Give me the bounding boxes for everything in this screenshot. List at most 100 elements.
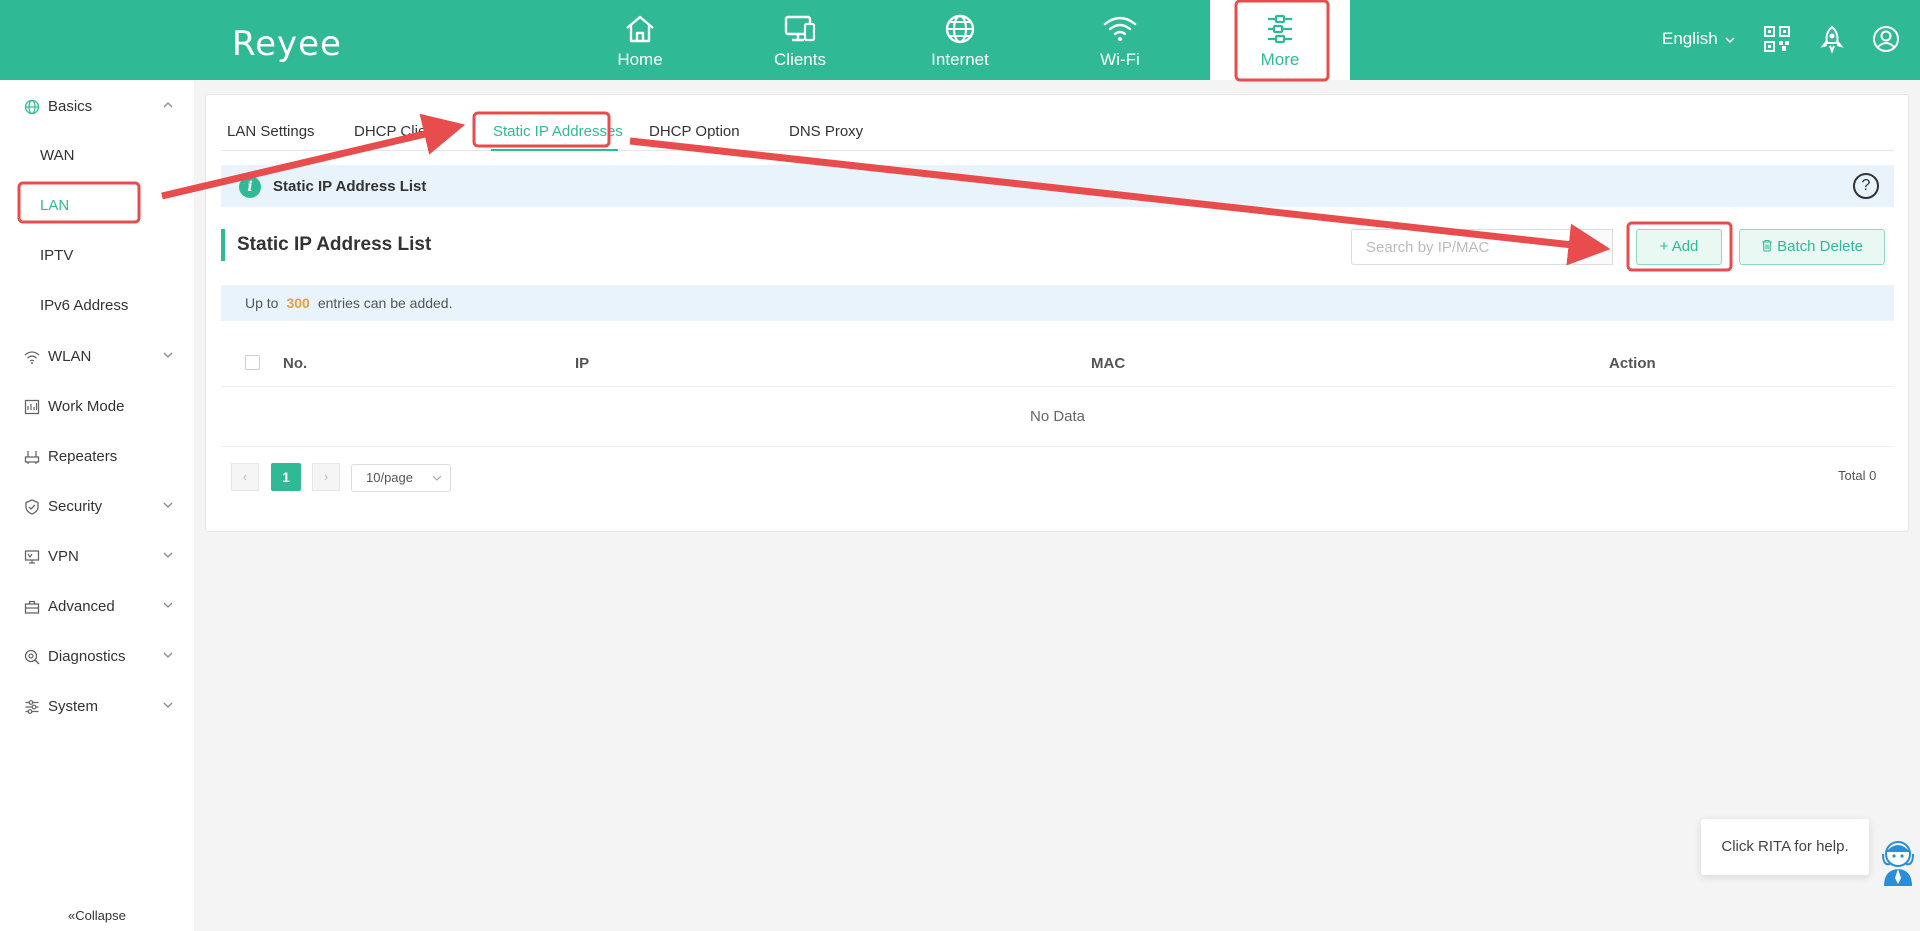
chevron-down-icon xyxy=(163,352,173,358)
chevron-down-icon xyxy=(163,502,173,508)
trash-icon xyxy=(1761,239,1772,252)
system-icon xyxy=(25,700,39,714)
section-title: Static IP Address List xyxy=(221,229,431,261)
chevron-down-icon xyxy=(163,652,173,658)
collapse-sidebar-button[interactable]: «Collapse xyxy=(68,908,126,923)
nav-more-label: More xyxy=(1260,50,1300,69)
chevron-down-icon xyxy=(163,702,173,708)
rocket-icon[interactable] xyxy=(1817,24,1847,54)
top-bar: Reyee Home Clients Internet Wi-Fi More E… xyxy=(0,0,1920,80)
table-header: No. IP MAC Action xyxy=(221,339,1894,387)
tab-dns-proxy[interactable]: DNS Proxy xyxy=(789,123,863,140)
sidebar-group-repeaters[interactable]: Repeaters xyxy=(0,442,194,472)
info-bar: i Static IP Address List ? xyxy=(221,165,1894,207)
entries-notice: Up to 300 entries can be added. xyxy=(221,285,1894,321)
main-card: LAN Settings DHCP Clients Static IP Addr… xyxy=(205,94,1909,532)
current-page[interactable]: 1 xyxy=(271,463,301,491)
info-bar-title: Static IP Address List xyxy=(273,178,427,195)
sidebar-group-basics[interactable]: Basics xyxy=(0,92,194,122)
rita-assistant-icon[interactable] xyxy=(1876,836,1920,886)
vpn-icon xyxy=(24,550,40,564)
sidebar-group-system[interactable]: System xyxy=(0,692,194,722)
sidebar-group-label: Repeaters xyxy=(48,448,118,465)
clients-icon xyxy=(784,15,816,42)
sidebar-group-work-mode[interactable]: Work Mode xyxy=(0,392,194,422)
search-input[interactable] xyxy=(1351,229,1573,265)
sidebar-item-ipv6-address[interactable]: IPv6 Address xyxy=(40,297,128,314)
page-size-select[interactable]: 10/page xyxy=(351,464,451,492)
language-label: English xyxy=(1662,29,1718,48)
add-button-label: Add xyxy=(1671,238,1699,255)
tab-dhcp-option[interactable]: DHCP Option xyxy=(649,123,740,140)
table-empty-state: No Data xyxy=(221,387,1894,447)
wifi-icon xyxy=(1103,16,1137,42)
diagnostics-icon xyxy=(24,649,40,665)
nav-internet-label: Internet xyxy=(931,50,989,69)
next-page-button[interactable]: › xyxy=(312,463,340,491)
tab-dhcp-clients[interactable]: DHCP Clients xyxy=(354,123,446,140)
sidebar-group-advanced[interactable]: Advanced xyxy=(0,592,194,622)
sidebar-item-wan[interactable]: WAN xyxy=(40,147,74,164)
nav-home-label: Home xyxy=(617,50,663,69)
select-all-checkbox[interactable] xyxy=(245,355,260,370)
tab-bar: LAN Settings DHCP Clients Static IP Addr… xyxy=(221,95,1894,151)
column-no: No. xyxy=(283,355,308,372)
nav-wifi[interactable]: Wi-Fi xyxy=(1055,0,1185,80)
chevron-up-icon xyxy=(163,102,173,108)
chevron-down-icon xyxy=(163,602,173,608)
repeater-icon xyxy=(24,451,40,464)
collapse-label: Collapse xyxy=(75,908,126,923)
sidebar-group-label: Work Mode xyxy=(48,398,125,415)
column-action: Action xyxy=(1609,355,1656,372)
sidebar-group-security[interactable]: Security xyxy=(0,492,194,522)
column-ip: IP xyxy=(575,355,590,372)
sidebar-group-diagnostics[interactable]: Diagnostics xyxy=(0,642,194,672)
reyee-logo[interactable]: Reyee xyxy=(232,24,342,64)
nav-home[interactable]: Home xyxy=(575,0,705,80)
globe-icon xyxy=(945,14,975,44)
notice-suffix: entries can be added. xyxy=(317,295,453,311)
tab-lan-settings[interactable]: LAN Settings xyxy=(227,123,315,140)
sidebar-group-label: Diagnostics xyxy=(48,648,126,665)
sidebar-group-label: WLAN xyxy=(48,348,92,365)
rita-help-bubble[interactable]: Click RITA for help. xyxy=(1701,819,1869,875)
add-button[interactable]: + Add xyxy=(1636,229,1722,265)
user-icon[interactable] xyxy=(1871,24,1901,54)
batch-delete-button[interactable]: Batch Delete xyxy=(1739,229,1885,265)
nav-clients-label: Clients xyxy=(774,50,826,69)
work-mode-icon xyxy=(24,399,40,415)
nav-internet[interactable]: Internet xyxy=(895,0,1025,80)
toolbox-icon xyxy=(24,600,40,614)
question-help-icon[interactable]: ? xyxy=(1853,173,1879,199)
shield-icon xyxy=(25,499,39,515)
sidebar-group-label: Basics xyxy=(48,98,93,115)
sidebar-group-label: System xyxy=(48,698,99,715)
sidebar-group-label: VPN xyxy=(48,548,79,565)
wifi-icon xyxy=(24,351,40,364)
column-mac: MAC xyxy=(1091,355,1126,372)
notice-prefix: Up to xyxy=(245,295,279,311)
active-tab-indicator xyxy=(491,149,618,151)
nav-more[interactable]: More xyxy=(1210,0,1350,80)
tab-static-ip-addresses[interactable]: Static IP Addresses xyxy=(493,123,623,140)
chevron-down-icon xyxy=(1724,37,1735,44)
page-size-value: 10/page xyxy=(366,470,413,485)
sidebar-item-iptv[interactable]: IPTV xyxy=(40,247,73,264)
sidebar-group-wlan[interactable]: WLAN xyxy=(0,342,194,372)
sidebar-group-vpn[interactable]: VPN xyxy=(0,542,194,572)
sidebar-group-label: Advanced xyxy=(48,598,115,615)
search-icon xyxy=(1585,240,1599,254)
batch-delete-label: Batch Delete xyxy=(1777,238,1864,255)
nav-wifi-label: Wi-Fi xyxy=(1100,50,1140,69)
globe-icon xyxy=(24,99,40,115)
search-button[interactable] xyxy=(1573,229,1613,265)
language-selector[interactable]: English xyxy=(1662,29,1735,49)
sidebar-item-lan[interactable]: LAN xyxy=(40,197,69,214)
nav-clients[interactable]: Clients xyxy=(735,0,865,80)
qr-code-icon[interactable] xyxy=(1762,24,1792,54)
plus-icon: + xyxy=(1659,238,1672,255)
sidebar-group-label: Security xyxy=(48,498,103,515)
prev-page-button[interactable]: ‹ xyxy=(231,463,259,491)
home-icon xyxy=(626,15,654,43)
chevron-down-icon xyxy=(432,475,442,481)
